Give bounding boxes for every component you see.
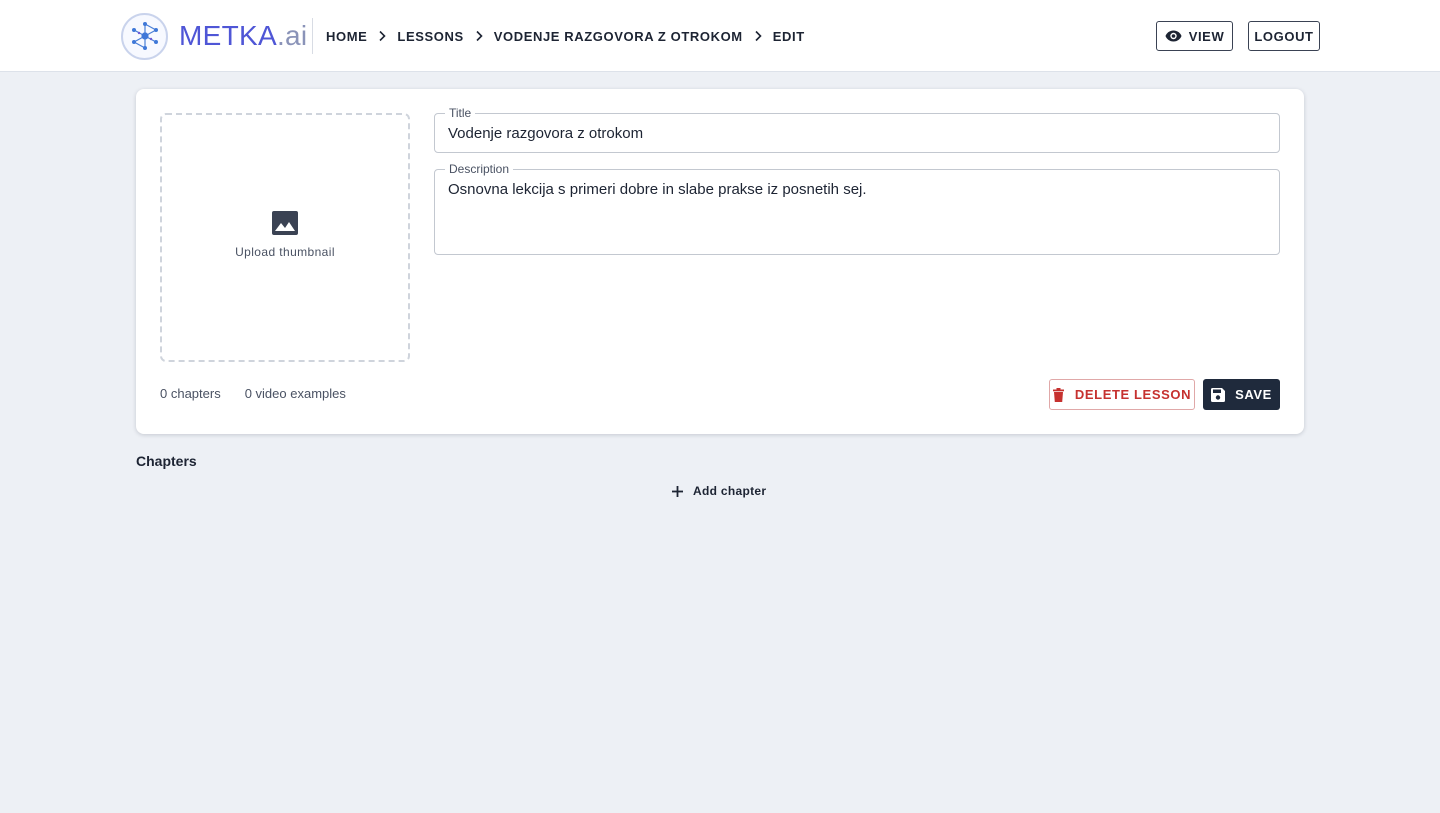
header-divider [312, 18, 313, 54]
chapters-count: 0 chapters [160, 386, 221, 401]
logo-wordmark-suffix: .ai [276, 20, 308, 51]
breadcrumb-lesson[interactable]: VODENJE RAZGOVORA Z OTROKOM [494, 29, 743, 44]
video-examples-count: 0 video examples [244, 386, 346, 401]
chevron-right-icon [743, 29, 773, 43]
title-field-label: Title [445, 106, 476, 120]
plus-icon [672, 485, 683, 497]
breadcrumb-edit: EDIT [772, 28, 805, 44]
title-input[interactable]: Vodenje razgovora z otrokom [448, 125, 643, 142]
description-field-label: Description [445, 162, 514, 176]
description-field[interactable]: Description Osnovna lekcija s primeri do… [434, 162, 1280, 255]
floppy-disk-icon [1211, 387, 1226, 402]
logo[interactable]: METKA.ai [121, 12, 307, 60]
breadcrumb: HOME LESSONS VODENJE RAZGOVORA Z OTROKOM… [326, 26, 805, 46]
title-field[interactable]: Title Vodenje razgovora z otrokom [434, 106, 1280, 153]
description-textarea[interactable]: Osnovna lekcija s primeri dobre in slabe… [448, 181, 867, 198]
add-chapter-label: Add chapter [693, 484, 767, 498]
breadcrumb-lessons[interactable]: LESSONS [397, 29, 463, 44]
breadcrumb-home[interactable]: HOME [326, 29, 367, 44]
logo-wordmark: METKA.ai [179, 22, 307, 50]
top-app-bar: METKA.ai HOME LESSONS VODENJE RAZGOVORA … [0, 0, 1440, 72]
view-button-label: VIEW [1188, 28, 1225, 44]
trash-icon [1052, 387, 1064, 402]
network-nodes-icon [121, 12, 168, 60]
delete-lesson-button[interactable]: DELETE LESSON [1049, 379, 1195, 410]
chevron-right-icon [367, 29, 397, 43]
save-button[interactable]: SAVE [1203, 379, 1280, 410]
logout-button[interactable]: LOGOUT [1248, 21, 1320, 51]
add-chapter-button[interactable]: Add chapter [672, 481, 766, 501]
logo-wordmark-main: METKA [179, 20, 277, 51]
eye-icon [1165, 30, 1182, 42]
chevron-right-icon [464, 29, 494, 43]
chapters-heading: Chapters [136, 453, 197, 469]
image-icon [272, 210, 298, 235]
save-button-label: SAVE [1235, 387, 1272, 402]
lesson-stats: 0 chapters 0 video examples [160, 386, 346, 401]
lesson-edit-card: Upload thumbnail Title Vodenje razgovora… [136, 89, 1304, 434]
delete-lesson-label: DELETE LESSON [1074, 387, 1192, 402]
view-button[interactable]: VIEW [1156, 21, 1233, 51]
upload-thumbnail-dropzone[interactable]: Upload thumbnail [160, 113, 410, 362]
upload-thumbnail-label: Upload thumbnail [235, 244, 335, 259]
